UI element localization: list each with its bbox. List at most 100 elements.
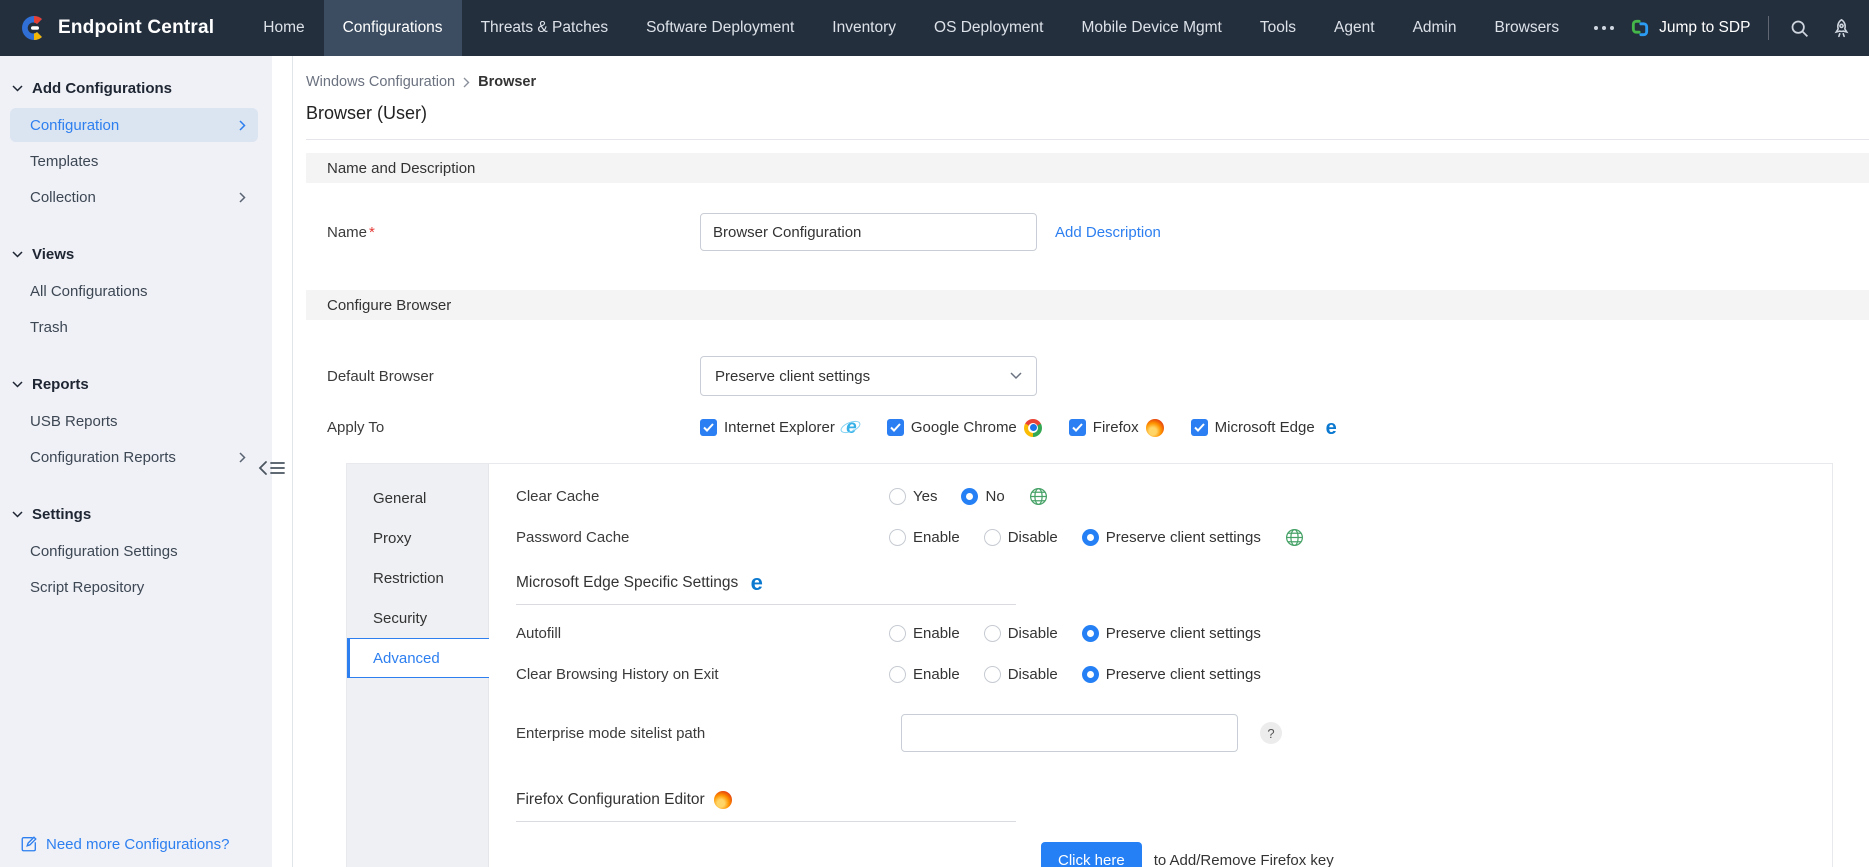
nav-tools[interactable]: Tools: [1241, 0, 1315, 56]
radio-clear-history-enable[interactable]: Enable: [889, 666, 960, 683]
microsoft-edge-icon: e: [747, 573, 766, 592]
sidebar-section-reports: Reports USB Reports Configuration Report…: [0, 366, 272, 474]
sidebar-header-settings[interactable]: Settings: [0, 496, 272, 532]
clear-cache-radio-group: Yes No: [889, 487, 1048, 506]
nav-home[interactable]: Home: [244, 0, 323, 56]
tab-restriction[interactable]: Restriction: [347, 558, 488, 598]
radio-clear-cache-no[interactable]: No: [961, 488, 1004, 505]
click-here-button[interactable]: Click here: [1041, 842, 1142, 867]
configuration-name-input[interactable]: [700, 213, 1037, 251]
sidebar-item-script-repository[interactable]: Script Repository: [10, 570, 258, 604]
brand[interactable]: Endpoint Central: [0, 0, 244, 56]
sidebar-header-views[interactable]: Views: [0, 236, 272, 272]
sidebar-collapse-icon[interactable]: [258, 460, 286, 476]
enterprise-sitelist-input[interactable]: [901, 714, 1238, 752]
browser-settings-panel: General Proxy Restriction Security Advan…: [346, 463, 1833, 867]
checkbox-firefox[interactable]: Firefox: [1069, 418, 1165, 437]
default-browser-label: Default Browser: [327, 368, 700, 385]
required-asterisk: *: [369, 224, 375, 241]
radio-autofill-preserve[interactable]: Preserve client settings: [1082, 625, 1261, 642]
nav-os-deployment[interactable]: OS Deployment: [915, 0, 1062, 56]
name-row: Name* Add Description: [306, 213, 1869, 251]
radio-password-cache-enable[interactable]: Enable: [889, 529, 960, 546]
radio-autofill-disable[interactable]: Disable: [984, 625, 1058, 642]
radio-selected-icon: [961, 488, 978, 505]
radio-autofill-enable[interactable]: Enable: [889, 625, 960, 642]
tab-security[interactable]: Security: [347, 598, 488, 638]
chevron-right-icon: [239, 192, 246, 203]
chevron-down-icon: [12, 381, 23, 388]
radio-selected-icon: [1082, 625, 1099, 642]
radio-password-cache-disable[interactable]: Disable: [984, 529, 1058, 546]
sidebar-item-collection[interactable]: Collection: [10, 180, 258, 214]
sidebar-item-templates[interactable]: Templates: [10, 144, 258, 178]
nav-mobile-device-mgmt[interactable]: Mobile Device Mgmt: [1062, 0, 1240, 56]
nav-admin[interactable]: Admin: [1394, 0, 1476, 56]
sidebar-item-configuration-settings[interactable]: Configuration Settings: [10, 534, 258, 568]
default-browser-select[interactable]: Preserve client settings: [700, 356, 1037, 396]
radio-icon: [984, 666, 1001, 683]
breadcrumb-separator-icon: [463, 77, 470, 88]
nav-browsers[interactable]: Browsers: [1476, 0, 1579, 56]
checkbox-internet-explorer[interactable]: Internet Explorer e: [700, 418, 861, 437]
name-description-section-header: Name and Description: [306, 153, 1869, 183]
checkbox-microsoft-edge[interactable]: Microsoft Edge e: [1191, 418, 1341, 437]
more-menu-icon[interactable]: [1578, 0, 1630, 56]
app-title: Endpoint Central: [58, 17, 214, 39]
radio-clear-cache-yes[interactable]: Yes: [889, 488, 937, 505]
navbar-divider: [1768, 16, 1769, 40]
nav-configurations[interactable]: Configurations: [324, 0, 462, 56]
radio-icon: [889, 529, 906, 546]
help-icon[interactable]: ?: [1260, 722, 1282, 744]
breadcrumb-windows-configuration[interactable]: Windows Configuration: [306, 74, 455, 90]
sdp-icon: [1630, 18, 1650, 38]
tab-advanced[interactable]: Advanced: [347, 638, 489, 678]
radio-selected-icon: [1082, 666, 1099, 683]
password-cache-label: Password Cache: [516, 529, 889, 546]
nav-threats-patches[interactable]: Threats & Patches: [462, 0, 628, 56]
sidebar-item-trash[interactable]: Trash: [10, 310, 258, 344]
sidebar-item-configuration[interactable]: Configuration: [10, 108, 258, 142]
radio-clear-history-disable[interactable]: Disable: [984, 666, 1058, 683]
clear-browsing-history-radio-group: Enable Disable Preserve client settings: [889, 666, 1261, 683]
checked-checkbox-icon: [1069, 419, 1086, 436]
sidebar-item-all-configurations[interactable]: All Configurations: [10, 274, 258, 308]
radio-clear-history-preserve[interactable]: Preserve client settings: [1082, 666, 1261, 683]
edge-specific-settings-heading: Microsoft Edge Specific Settings e: [516, 573, 1016, 605]
main-content: Windows Configuration Browser Browser (U…: [292, 56, 1869, 867]
search-icon[interactable]: [1787, 16, 1811, 40]
whats-new-rocket-icon[interactable]: [1829, 16, 1853, 40]
chevron-down-icon: [12, 511, 23, 518]
radio-icon: [889, 625, 906, 642]
jump-to-sdp-button[interactable]: Jump to SDP: [1630, 18, 1750, 38]
clear-cache-label: Clear Cache: [516, 488, 889, 505]
checked-checkbox-icon: [1191, 419, 1208, 436]
autofill-label: Autofill: [516, 625, 889, 642]
chevron-down-icon: [1010, 372, 1022, 380]
main-menu: Home Configurations Threats & Patches So…: [244, 0, 1630, 56]
sidebar-section-settings: Settings Configuration Settings Script R…: [0, 496, 272, 604]
nav-software-deployment[interactable]: Software Deployment: [627, 0, 813, 56]
clear-cache-row: Clear Cache Yes No: [516, 484, 1832, 508]
divider: [306, 139, 1869, 140]
radio-password-cache-preserve[interactable]: Preserve client settings: [1082, 529, 1261, 546]
radio-selected-icon: [1082, 529, 1099, 546]
add-description-link[interactable]: Add Description: [1055, 224, 1161, 241]
sidebar-header-add-configurations[interactable]: Add Configurations: [0, 70, 272, 106]
nav-agent[interactable]: Agent: [1315, 0, 1394, 56]
sidebar-item-configuration-reports[interactable]: Configuration Reports: [10, 440, 258, 474]
sidebar-section-add-configurations: Add Configurations Configuration Templat…: [0, 70, 272, 214]
need-more-configurations-link[interactable]: Need more Configurations?: [20, 835, 229, 853]
click-here-suffix: to Add/Remove Firefox key: [1154, 852, 1334, 867]
nav-inventory[interactable]: Inventory: [813, 0, 915, 56]
default-browser-value: Preserve client settings: [715, 368, 870, 385]
tab-general[interactable]: General: [347, 478, 488, 518]
sidebar-header-reports[interactable]: Reports: [0, 366, 272, 402]
tab-proxy[interactable]: Proxy: [347, 518, 488, 558]
checkbox-google-chrome[interactable]: Google Chrome: [887, 418, 1043, 437]
firefox-icon: [714, 790, 733, 809]
password-cache-row: Password Cache Enable Disable Preserv: [516, 525, 1832, 549]
radio-icon: [889, 488, 906, 505]
sidebar-item-usb-reports[interactable]: USB Reports: [10, 404, 258, 438]
autofill-row: Autofill Enable Disable Preserve clie: [516, 621, 1832, 645]
